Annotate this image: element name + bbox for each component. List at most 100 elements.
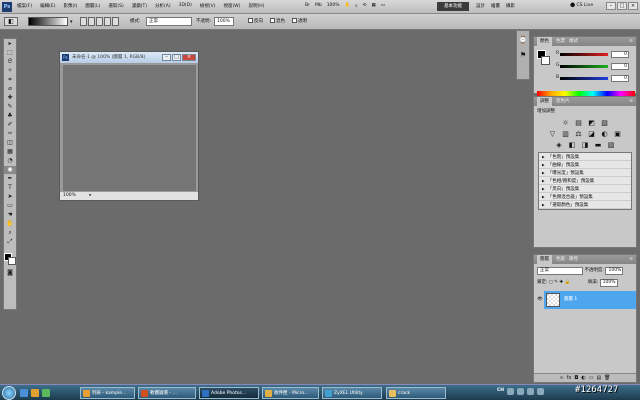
tool-button[interactable]: ⬚ <box>4 49 16 57</box>
menu-item[interactable]: 檢視(V) <box>199 3 217 9</box>
color-slider-g[interactable]: G0 <box>556 63 634 71</box>
color-slider-r[interactable]: R0 <box>556 51 634 59</box>
gradient-preview[interactable] <box>28 17 68 26</box>
fill-input[interactable]: 100% <box>599 279 618 287</box>
app-minimize-button[interactable]: – <box>606 2 616 10</box>
folder-icon[interactable] <box>31 389 39 397</box>
minimize-button[interactable]: – <box>162 54 171 61</box>
quick-mask-icon[interactable]: ◙ <box>4 269 16 277</box>
dither-checkbox[interactable]: 混色 <box>270 18 285 24</box>
hand-icon[interactable]: ✋ <box>345 3 351 9</box>
volume-icon[interactable] <box>527 388 535 395</box>
minibridge-icon[interactable]: Mb <box>315 3 322 9</box>
adjustment-icon[interactable]: ▣ <box>613 130 622 138</box>
radial-gradient-icon[interactable] <box>88 17 95 26</box>
menu-item[interactable]: 視窗(W) <box>222 3 241 9</box>
background-swatch[interactable] <box>541 56 550 65</box>
tool-button[interactable]: ♣ <box>4 112 16 120</box>
layer-footer-icon[interactable]: ◐ <box>581 374 585 382</box>
slider-value[interactable]: 0 <box>611 63 629 70</box>
taskbar-button[interactable]: 軟體論壇 - ... <box>138 387 196 399</box>
layer-footer-icon[interactable]: ▭ <box>589 374 594 382</box>
panel-tab[interactable]: 顏色 <box>537 37 552 46</box>
cs-live-button[interactable]: ⬤ CS Live <box>570 3 593 8</box>
panel-tab[interactable]: 遮色片 <box>556 99 570 104</box>
start-button[interactable] <box>2 386 16 400</box>
status-arrow-icon[interactable]: ▸ <box>89 193 91 198</box>
menu-item[interactable]: 編輯(E) <box>39 3 56 9</box>
app-restore-button[interactable]: □ <box>617 2 627 10</box>
zoom-icon[interactable]: ⌕ <box>355 3 358 9</box>
slider-track[interactable] <box>560 77 608 80</box>
preset-item[interactable]: 「曲線」預設集 <box>539 161 631 169</box>
tool-button[interactable]: ▭ <box>4 202 16 210</box>
preset-item[interactable]: 「曝光度」預設集 <box>539 169 631 177</box>
network-icon[interactable] <box>517 388 525 395</box>
tray-icon[interactable] <box>537 388 545 395</box>
tool-button[interactable]: ▦ <box>4 148 16 156</box>
preset-item[interactable]: 「色頻混合器」預設集 <box>539 193 631 201</box>
adjustment-icon[interactable]: ▧ <box>600 119 609 127</box>
tool-button[interactable]: ✧ <box>4 67 16 75</box>
adjustment-icon[interactable]: ◐ <box>600 130 609 138</box>
mode-select[interactable]: 正常 <box>146 17 192 26</box>
panel-tab[interactable]: 調整 <box>537 97 552 106</box>
layer-row[interactable]: 👁 圖層 1 <box>536 291 636 309</box>
panel-tab[interactable]: 樣式 <box>569 39 578 44</box>
workspace-button[interactable]: 基本功能 <box>437 2 469 11</box>
language-indicator[interactable]: CH <box>497 388 504 395</box>
preset-item[interactable]: 「選取顏色」預設集 <box>539 201 631 209</box>
workspace-link[interactable]: 攝影 <box>506 3 515 9</box>
document-zoom[interactable]: 100% <box>63 193 76 198</box>
layer-footer-icon[interactable]: ◘ <box>574 374 578 382</box>
adjustment-icon[interactable]: ▥ <box>561 130 570 138</box>
adjustment-icon[interactable]: ⚖ <box>574 130 583 138</box>
taskbar-button[interactable]: crack <box>386 387 446 399</box>
adjustment-icon[interactable]: ◩ <box>587 119 596 127</box>
tool-button[interactable]: ✎ <box>4 103 16 111</box>
screen-mode-icon[interactable]: ▭ <box>381 3 385 9</box>
tool-button[interactable]: ⤢ <box>4 238 16 246</box>
lock-icons[interactable]: ◻ ✎ ✚ 🔒 <box>549 280 570 285</box>
layer-opacity-input[interactable]: 100% <box>605 267 624 275</box>
panel-tab[interactable]: 路徑 <box>569 257 578 262</box>
adjustment-icon[interactable]: ◪ <box>587 130 596 138</box>
tool-button[interactable]: ᘓ <box>4 58 16 66</box>
tool-button[interactable]: ▸ <box>4 40 16 48</box>
layer-footer-icon[interactable]: ∞ <box>559 374 563 382</box>
adjustment-icon[interactable]: ▧ <box>607 141 616 149</box>
tool-button[interactable]: ✐ <box>4 121 16 129</box>
angle-gradient-icon[interactable] <box>96 17 103 26</box>
panel-tab[interactable]: 色版 <box>556 257 565 262</box>
rotate-icon[interactable]: ⟲ <box>363 3 367 9</box>
taskbar-button[interactable]: 列表 - kample... <box>80 387 135 399</box>
document-titlebar[interactable]: Ps 未命名-1 @ 100% (圖層 1, RGB/8) – □ × <box>60 52 198 63</box>
adjustment-icon[interactable]: ◈ <box>555 141 564 149</box>
tool-button[interactable]: T <box>4 184 16 192</box>
visibility-eye-icon[interactable]: 👁 <box>536 291 544 309</box>
color-slider-b[interactable]: B0 <box>556 75 634 83</box>
tray-icon[interactable] <box>507 388 515 395</box>
tool-button[interactable]: ☚ <box>4 211 16 219</box>
preset-item[interactable]: 「色相/飽和度」預設集 <box>539 177 631 185</box>
taskbar-button[interactable]: 收件匣 - Micro... <box>262 387 319 399</box>
ie-icon[interactable] <box>20 389 28 397</box>
slider-value[interactable]: 0 <box>611 75 629 82</box>
tool-colors[interactable] <box>4 250 16 268</box>
layer-footer-icon[interactable]: fx <box>567 374 572 382</box>
layer-footer-icon[interactable]: 🗑 <box>604 374 610 382</box>
color-swatch[interactable] <box>537 50 550 66</box>
tool-button[interactable]: ⌀ <box>4 85 16 93</box>
taskbar-button[interactable]: ZyXEL Utility <box>322 387 382 399</box>
tool-preset-icon[interactable]: ◧ <box>4 17 18 26</box>
adjustment-icon[interactable]: ◨ <box>581 141 590 149</box>
blend-mode-select[interactable]: 正常 <box>537 267 583 275</box>
workspace-link[interactable]: 繪畫 <box>491 3 500 9</box>
slider-track[interactable] <box>560 65 608 68</box>
grid-icon[interactable]: ▦ <box>371 3 375 9</box>
tool-button[interactable]: ✚ <box>4 94 16 102</box>
taskbar-button[interactable]: Adobe Photos... <box>199 387 259 399</box>
actions-icon[interactable]: ⚑ <box>517 49 529 61</box>
menu-item[interactable]: 濾鏡(T) <box>131 3 148 9</box>
tool-button[interactable]: ⌕ <box>4 229 16 237</box>
